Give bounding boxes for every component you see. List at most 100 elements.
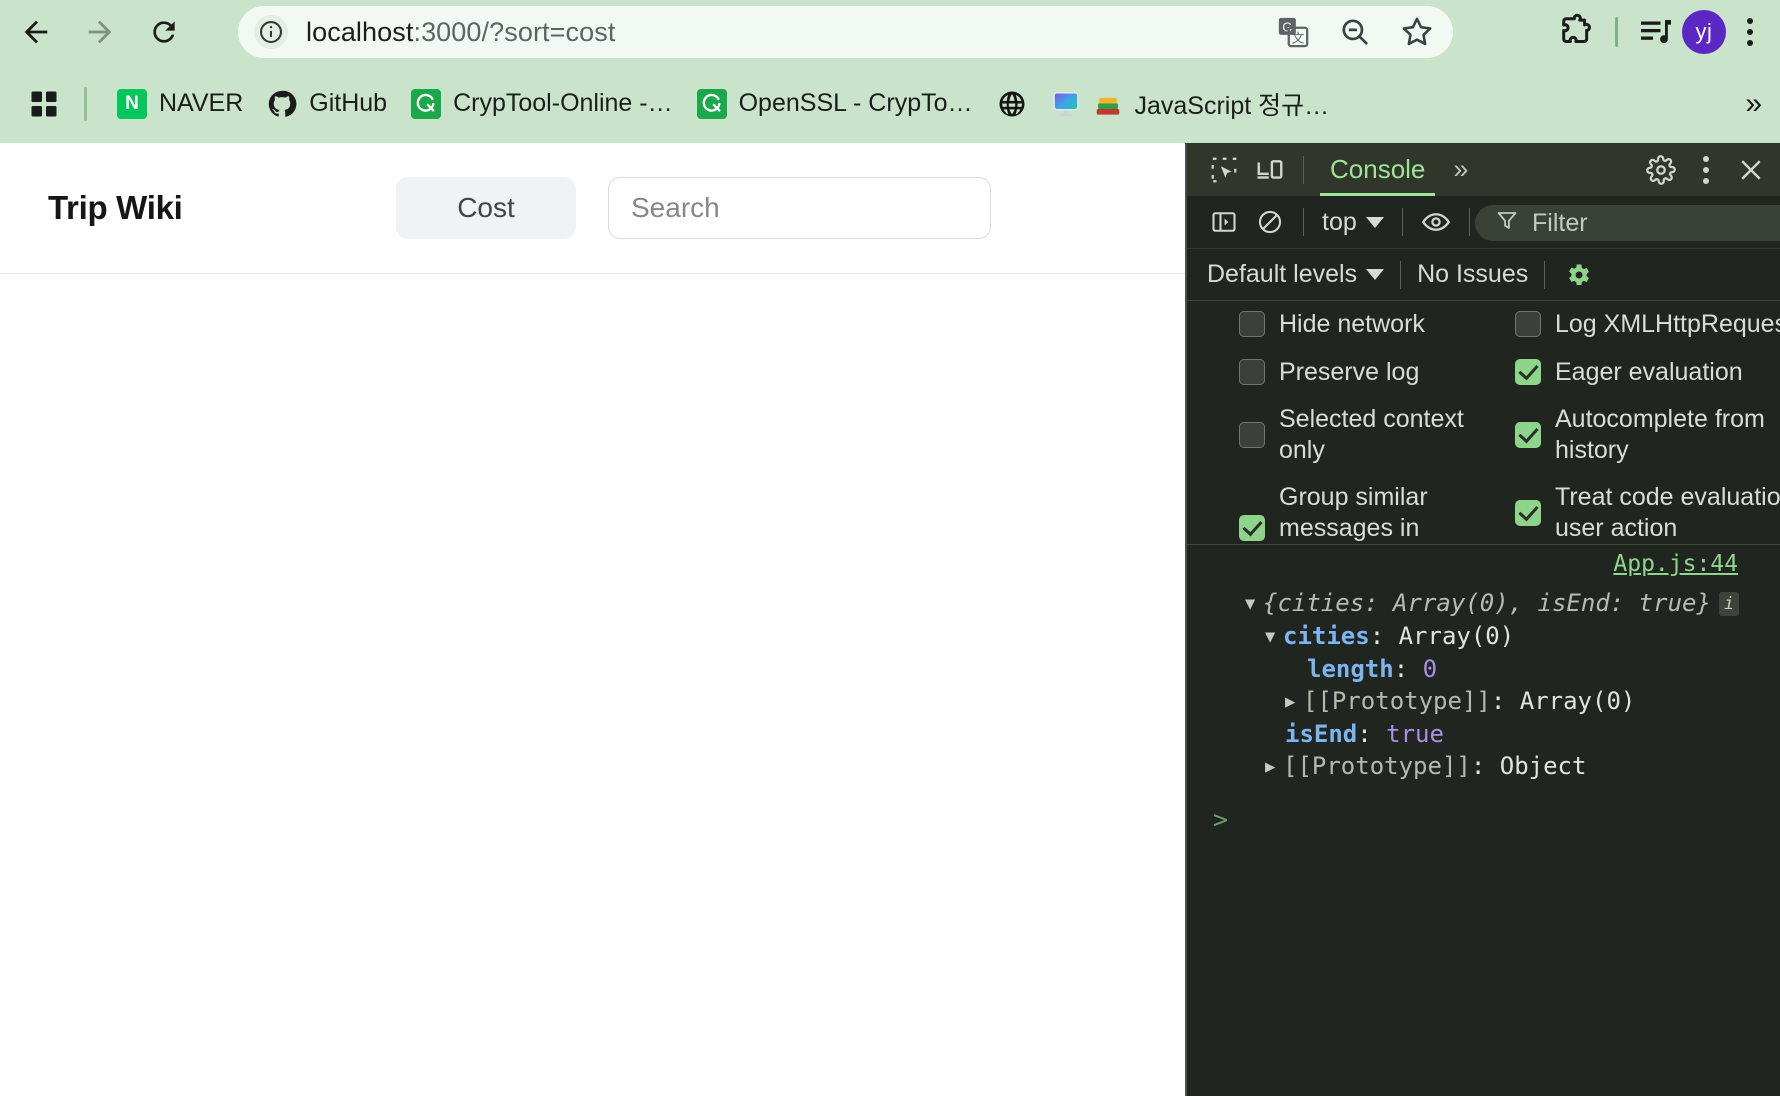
- expand-triangle-icon[interactable]: ▶: [1285, 688, 1303, 716]
- toolbar-divider: [1401, 208, 1403, 236]
- close-icon[interactable]: [1728, 147, 1774, 193]
- setting-label: Log XMLHttpRequests: [1555, 310, 1780, 338]
- checkbox[interactable]: [1515, 311, 1541, 338]
- bookmark-naver[interactable]: N NAVER: [105, 78, 255, 130]
- console-prompt[interactable]: >: [1187, 805, 1780, 834]
- property-value: Array(0): [1398, 622, 1515, 650]
- checkbox[interactable]: [1515, 358, 1541, 385]
- bookmark-label: NAVER: [159, 89, 244, 117]
- search-input[interactable]: [608, 177, 991, 239]
- execution-context-label: top: [1322, 207, 1357, 236]
- devtools-panel: Console » top Filter Default levels No I…: [1185, 143, 1780, 1096]
- setting-eager-evaluation[interactable]: Eager evaluation: [1515, 357, 1780, 388]
- info-badge-icon[interactable]: i: [1718, 592, 1739, 616]
- search-field-wrapper: [608, 177, 991, 239]
- extensions-icon[interactable]: [1555, 10, 1599, 54]
- checkbox[interactable]: [1239, 421, 1265, 448]
- page-title: Trip Wiki: [48, 189, 183, 226]
- log-levels-selector[interactable]: Default levels: [1201, 260, 1390, 289]
- gear-icon[interactable]: [1638, 147, 1684, 193]
- expand-triangle-icon[interactable]: ▼: [1245, 590, 1263, 618]
- toolbar-divider: [1303, 208, 1304, 236]
- console-tree-row[interactable]: isEnd: true: [1187, 718, 1780, 750]
- forward-button[interactable]: [72, 4, 128, 60]
- bookmark-star-icon[interactable]: [1395, 10, 1439, 54]
- monitor-favicon: [1051, 89, 1081, 119]
- property-separator: :: [1393, 655, 1423, 683]
- console-source-link[interactable]: App.js:44: [1613, 551, 1738, 577]
- site-header: Trip Wiki Cost: [0, 143, 1185, 274]
- page-viewport: Trip Wiki Cost: [0, 143, 1185, 1096]
- console-log-root[interactable]: ▼ {cities: Array(0), isEnd: true} i: [1187, 587, 1780, 620]
- setting-autocomplete-from-history[interactable]: Autocomplete from history: [1515, 404, 1780, 465]
- property-key: length: [1307, 655, 1394, 683]
- translate-icon[interactable]: G 文: [1271, 10, 1315, 54]
- bookmark-javascript-regex[interactable]: JavaScript 정규…: [1039, 78, 1342, 130]
- tabbar-divider: [1303, 155, 1304, 184]
- clear-console-icon[interactable]: [1247, 199, 1293, 245]
- bookmark-label: GitHub: [309, 89, 388, 117]
- setting-selected-context-only[interactable]: Selected context only: [1239, 404, 1501, 465]
- devtools-console-toolbar: top Filter: [1187, 196, 1780, 249]
- bookmark-github[interactable]: GitHub: [255, 78, 399, 130]
- live-expression-eye-icon[interactable]: [1413, 199, 1459, 245]
- property-separator: :: [1369, 622, 1399, 650]
- devtools-menu-icon[interactable]: [1686, 146, 1726, 194]
- console-sidebar-icon[interactable]: [1201, 199, 1247, 245]
- gear-icon-green[interactable]: [1555, 252, 1601, 298]
- checkbox[interactable]: [1239, 514, 1265, 541]
- issues-button[interactable]: No Issues: [1411, 260, 1534, 289]
- console-tree-row[interactable]: ▶ [[Prototype]]: Object: [1187, 750, 1780, 783]
- reload-button[interactable]: [136, 4, 192, 60]
- toolbar-divider: [1468, 208, 1470, 236]
- setting-label: Hide network: [1279, 310, 1425, 338]
- setting-log-xmlhttprequests[interactable]: Log XMLHttpRequests: [1515, 309, 1780, 340]
- setting-treat-code-evaluation-as-user-action[interactable]: Treat code evaluation as user action: [1515, 482, 1780, 543]
- browser-chrome: localhost:3000/?sort=cost G 文 yj N NAVER…: [0, 0, 1780, 143]
- checkbox[interactable]: [1515, 499, 1541, 526]
- tab-console[interactable]: Console: [1314, 143, 1441, 196]
- checkbox[interactable]: [1515, 421, 1541, 448]
- expand-triangle-icon[interactable]: ▶: [1265, 753, 1283, 781]
- site-info-icon[interactable]: [254, 15, 288, 49]
- browser-menu-icon[interactable]: [1730, 8, 1770, 56]
- property-value: 0: [1422, 655, 1438, 683]
- console-tree-row[interactable]: length: 0: [1187, 653, 1780, 685]
- setting-label: Autocomplete from history: [1555, 405, 1765, 464]
- filter-input[interactable]: Filter: [1475, 205, 1780, 241]
- chevron-down-icon: [1365, 216, 1384, 228]
- bookmark-openssl-cryptool[interactable]: OpenSSL - CrypTo…: [685, 78, 985, 130]
- console-tree-row[interactable]: ▶ [[Prototype]]: Array(0): [1187, 685, 1780, 718]
- setting-label: Selected context only: [1279, 405, 1464, 464]
- console-tree-row[interactable]: ▼ cities: Array(0): [1187, 620, 1780, 653]
- bookmarks-overflow-icon[interactable]: »: [1745, 88, 1762, 119]
- page-content-empty: [0, 274, 1185, 1096]
- checkbox[interactable]: [1239, 311, 1265, 338]
- cryptool-favicon: [696, 88, 727, 119]
- console-output: App.js:44 ▼ {cities: Array(0), isEnd: tru…: [1187, 545, 1780, 1096]
- bookmark-globe[interactable]: [985, 78, 1039, 130]
- omnibox-actions: G 文: [1271, 6, 1439, 58]
- back-button[interactable]: [8, 4, 64, 60]
- console-settings-panel: Hide network Preserve log Selected conte…: [1187, 301, 1780, 639]
- avatar[interactable]: yj: [1682, 10, 1726, 54]
- filter-placeholder: Filter: [1532, 208, 1588, 237]
- media-controls-icon[interactable]: [1634, 10, 1678, 54]
- bookmark-label: OpenSSL - CrypTo…: [738, 89, 973, 117]
- naver-favicon: N: [117, 88, 147, 119]
- sort-cost-button[interactable]: Cost: [396, 177, 576, 239]
- setting-preserve-log[interactable]: Preserve log: [1239, 357, 1501, 388]
- filter-funnel-icon: [1495, 208, 1519, 239]
- property-value: Array(0): [1519, 687, 1636, 715]
- device-toolbar-icon[interactable]: [1247, 147, 1293, 193]
- setting-hide-network[interactable]: Hide network: [1239, 309, 1501, 340]
- apps-grid-icon[interactable]: [22, 82, 66, 126]
- bookmark-cryptool-online[interactable]: CrypTool-Online -…: [399, 78, 685, 130]
- more-tabs-icon[interactable]: »: [1441, 156, 1480, 183]
- execution-context-selector[interactable]: top: [1314, 208, 1392, 237]
- expand-triangle-icon[interactable]: ▼: [1265, 623, 1283, 651]
- zoom-out-icon[interactable]: [1333, 10, 1377, 54]
- checkbox[interactable]: [1239, 358, 1265, 385]
- address-bar[interactable]: localhost:3000/?sort=cost G 文: [238, 6, 1453, 58]
- inspect-element-icon[interactable]: [1201, 147, 1247, 193]
